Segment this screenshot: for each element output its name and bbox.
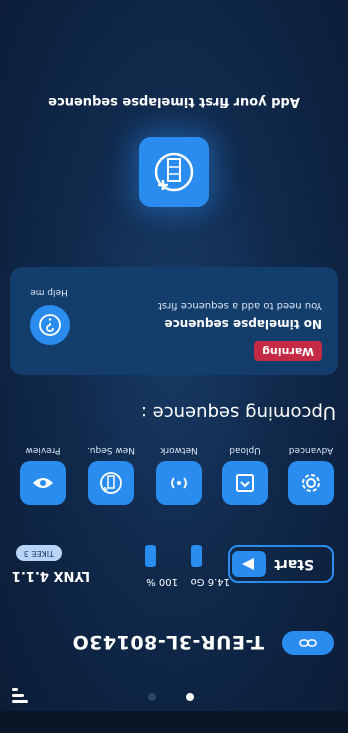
new-sequence-label: New Sequ.: [86, 445, 136, 455]
upload-label: Upload: [229, 445, 261, 455]
start-label: Start: [274, 556, 314, 572]
link-button[interactable]: [282, 631, 334, 655]
preview-label: Preview: [25, 445, 61, 455]
advanced-label: Advanced: [288, 445, 334, 455]
device-header: T-EUR-3L-80143O: [0, 623, 348, 663]
page-indicator: [148, 693, 194, 701]
top-bar: [0, 673, 348, 711]
warning-badge: Warning: [254, 341, 322, 361]
help-label: Help me: [30, 287, 68, 297]
add-sequence-button[interactable]: [139, 137, 209, 207]
advanced-button[interactable]: [288, 461, 334, 505]
page-dot[interactable]: [148, 693, 156, 701]
new-sequence-button[interactable]: [88, 461, 134, 505]
question-icon: [39, 314, 61, 336]
preview-button[interactable]: [20, 461, 66, 505]
add-sequence-title: Add your first timelapse sequence: [48, 94, 300, 109]
network-button[interactable]: [156, 461, 202, 505]
status-bar: [0, 711, 348, 733]
play-icon: [232, 551, 266, 577]
app-screen: T-EUR-3L-80143O Start 14.6 Go 100 % LYNX…: [0, 0, 348, 733]
warning-title: No timelapse sequence: [164, 317, 322, 331]
device-id: T-EUR-3L-80143O: [72, 631, 264, 653]
quick-actions: Advanced Upload Network New Sequ. Previe…: [0, 441, 348, 505]
model-badge: TIKEE 3: [15, 545, 62, 561]
upload-icon: [236, 474, 254, 492]
sd-card-icon: [191, 545, 202, 567]
battery-value: 100 %: [146, 576, 178, 587]
help-button[interactable]: [30, 305, 70, 345]
section-title: Upcoming sequence :: [140, 402, 336, 423]
network-icon: [171, 477, 187, 489]
page-dot-active[interactable]: [186, 693, 194, 701]
warning-card: Warning No timelapse sequence You need t…: [10, 267, 338, 375]
link-icon: [299, 639, 317, 647]
network-label: Network: [160, 445, 198, 455]
start-button[interactable]: Start: [228, 545, 334, 583]
eye-icon: [33, 478, 53, 488]
warning-description: You need to add a sequence first: [157, 300, 322, 311]
storage-value: 14.6 Go: [190, 576, 230, 587]
gear-icon: [302, 474, 320, 492]
device-info: Start 14.6 Go 100 % LYNX 4.1.1 TIKEE 3: [0, 513, 348, 593]
model-name: LYNX 4.1.1: [11, 568, 90, 583]
upload-button[interactable]: [222, 461, 268, 505]
battery-icon: [145, 545, 156, 567]
menu-icon[interactable]: [12, 687, 30, 705]
add-sequence-icon: [154, 152, 194, 192]
new-sequence-icon: [100, 472, 122, 494]
